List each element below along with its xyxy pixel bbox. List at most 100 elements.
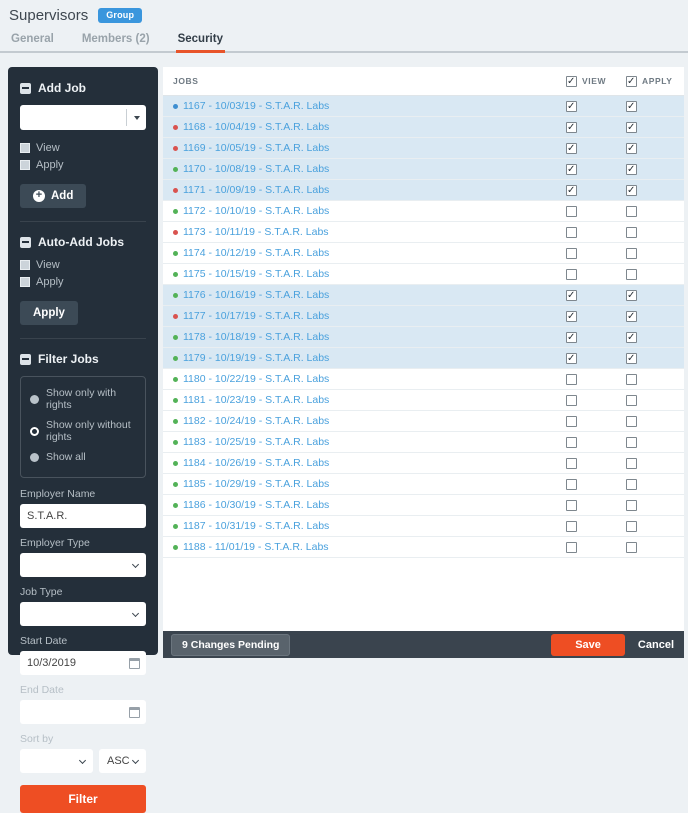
job-link[interactable]: 1178 - 10/18/19 - S.T.A.R. Labs (163, 331, 566, 343)
add-apply-checkbox-row[interactable]: Apply (20, 159, 146, 171)
apply-checkbox[interactable] (626, 416, 637, 427)
employer-name-input[interactable] (20, 504, 146, 528)
view-checkbox[interactable] (566, 122, 577, 133)
view-checkbox[interactable] (566, 164, 577, 175)
job-link[interactable]: 1188 - 11/01/19 - S.T.A.R. Labs (163, 541, 566, 553)
apply-checkbox[interactable] (626, 122, 637, 133)
radio-button[interactable] (30, 395, 39, 404)
apply-checkbox[interactable] (626, 542, 637, 553)
job-link[interactable]: 1171 - 10/09/19 - S.T.A.R. Labs (163, 184, 566, 196)
view-checkbox[interactable] (566, 437, 577, 448)
view-checkbox[interactable] (566, 206, 577, 217)
apply-checkbox[interactable] (626, 332, 637, 343)
apply-checkbox[interactable] (626, 290, 637, 301)
job-link[interactable]: 1177 - 10/17/19 - S.T.A.R. Labs (163, 310, 566, 322)
filter-section-header[interactable]: Filter Jobs (20, 352, 146, 366)
end-date-input[interactable] (20, 700, 146, 724)
auto-view-checkbox-row[interactable]: View (20, 259, 146, 271)
job-link[interactable]: 1174 - 10/12/19 - S.T.A.R. Labs (163, 247, 566, 259)
view-checkbox[interactable] (566, 185, 577, 196)
add-view-checkbox-row[interactable]: View (20, 142, 146, 154)
sort-by-select[interactable] (20, 749, 93, 773)
radio-option[interactable]: Show only with rights (30, 387, 136, 411)
auto-apply-button[interactable]: Apply (20, 301, 78, 325)
view-checkbox[interactable] (566, 311, 577, 322)
job-combobox-input[interactable] (20, 105, 126, 130)
apply-checkbox[interactable] (626, 500, 637, 511)
filter-button[interactable]: Filter (20, 785, 146, 813)
view-checkbox[interactable] (566, 521, 577, 532)
auto-add-section-header[interactable]: Auto-Add Jobs (20, 235, 146, 249)
apply-checkbox[interactable] (626, 164, 637, 175)
apply-checkbox[interactable] (626, 458, 637, 469)
view-checkbox[interactable] (566, 416, 577, 427)
changes-pending-button[interactable]: 9 Changes Pending (171, 634, 290, 656)
job-link[interactable]: 1180 - 10/22/19 - S.T.A.R. Labs (163, 373, 566, 385)
apply-checkbox[interactable] (20, 160, 30, 170)
apply-checkbox[interactable] (626, 521, 637, 532)
apply-checkbox[interactable] (626, 185, 637, 196)
view-header-checkbox[interactable] (566, 76, 577, 87)
apply-checkbox[interactable] (626, 206, 637, 217)
job-link[interactable]: 1173 - 10/11/19 - S.T.A.R. Labs (163, 226, 566, 238)
radio-button[interactable] (30, 427, 39, 436)
job-link[interactable]: 1179 - 10/19/19 - S.T.A.R. Labs (163, 352, 566, 364)
apply-checkbox[interactable] (626, 248, 637, 259)
job-link[interactable]: 1183 - 10/25/19 - S.T.A.R. Labs (163, 436, 566, 448)
collapse-icon[interactable] (20, 83, 31, 94)
add-button[interactable]: Add (20, 184, 86, 208)
view-checkbox[interactable] (20, 143, 30, 153)
job-combobox[interactable] (20, 105, 146, 130)
collapse-icon[interactable] (20, 354, 31, 365)
job-link[interactable]: 1170 - 10/08/19 - S.T.A.R. Labs (163, 163, 566, 175)
job-link[interactable]: 1169 - 10/05/19 - S.T.A.R. Labs (163, 142, 566, 154)
view-checkbox[interactable] (566, 248, 577, 259)
start-date-input[interactable] (20, 651, 146, 675)
add-job-section-header[interactable]: Add Job (20, 81, 146, 95)
radio-option[interactable]: Show only without rights (30, 419, 136, 443)
view-checkbox[interactable] (566, 353, 577, 364)
job-link[interactable]: 1168 - 10/04/19 - S.T.A.R. Labs (163, 121, 566, 133)
view-checkbox[interactable] (566, 458, 577, 469)
view-checkbox[interactable] (566, 269, 577, 280)
apply-checkbox[interactable] (626, 269, 637, 280)
tab-security[interactable]: Security (176, 30, 225, 53)
auto-apply-checkbox-row[interactable]: Apply (20, 276, 146, 288)
job-link[interactable]: 1185 - 10/29/19 - S.T.A.R. Labs (163, 478, 566, 490)
apply-checkbox[interactable] (626, 227, 637, 238)
view-checkbox[interactable] (566, 479, 577, 490)
job-link[interactable]: 1176 - 10/16/19 - S.T.A.R. Labs (163, 289, 566, 301)
apply-checkbox[interactable] (626, 479, 637, 490)
calendar-icon[interactable] (129, 658, 140, 669)
view-checkbox[interactable] (20, 260, 30, 270)
job-link[interactable]: 1175 - 10/15/19 - S.T.A.R. Labs (163, 268, 566, 280)
employer-type-select[interactable] (20, 553, 146, 577)
combobox-caret[interactable] (126, 109, 146, 126)
apply-checkbox[interactable] (20, 277, 30, 287)
radio-button[interactable] (30, 453, 39, 462)
view-checkbox[interactable] (566, 395, 577, 406)
apply-checkbox[interactable] (626, 143, 637, 154)
tab-members-2[interactable]: Members (2) (80, 30, 152, 51)
cancel-button[interactable]: Cancel (638, 639, 674, 651)
view-checkbox[interactable] (566, 290, 577, 301)
job-link[interactable]: 1187 - 10/31/19 - S.T.A.R. Labs (163, 520, 566, 532)
tab-general[interactable]: General (9, 30, 56, 51)
apply-checkbox[interactable] (626, 437, 637, 448)
job-link[interactable]: 1182 - 10/24/19 - S.T.A.R. Labs (163, 415, 566, 427)
view-checkbox[interactable] (566, 143, 577, 154)
view-checkbox[interactable] (566, 542, 577, 553)
radio-option[interactable]: Show all (30, 451, 136, 463)
job-link[interactable]: 1181 - 10/23/19 - S.T.A.R. Labs (163, 394, 566, 406)
view-checkbox[interactable] (566, 227, 577, 238)
job-type-select[interactable] (20, 602, 146, 626)
apply-checkbox[interactable] (626, 395, 637, 406)
apply-header-checkbox[interactable] (626, 76, 637, 87)
view-checkbox[interactable] (566, 500, 577, 511)
job-link[interactable]: 1167 - 10/03/19 - S.T.A.R. Labs (163, 100, 566, 112)
calendar-icon[interactable] (129, 707, 140, 718)
job-link[interactable]: 1172 - 10/10/19 - S.T.A.R. Labs (163, 205, 566, 217)
apply-checkbox[interactable] (626, 311, 637, 322)
apply-checkbox[interactable] (626, 101, 637, 112)
apply-checkbox[interactable] (626, 374, 637, 385)
